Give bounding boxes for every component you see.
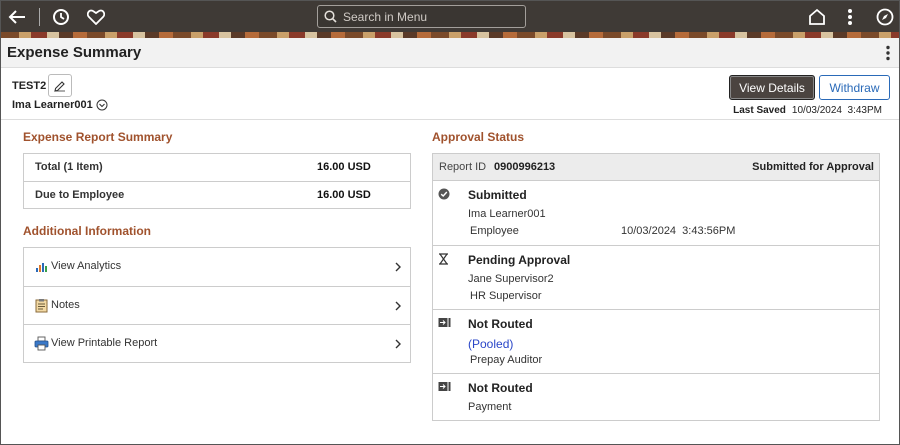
check-circle-icon [438, 188, 450, 200]
step-name: Not Routed [468, 381, 533, 395]
notes-item[interactable]: Notes [24, 286, 410, 324]
page-actions-kebab-icon[interactable] [885, 45, 891, 66]
approval-step: Pending Approval Jane Supervisor2 HR Sup… [433, 246, 879, 310]
approval-header-row: Report ID 0900996213 Submitted for Appro… [433, 154, 879, 181]
summary-row-value: 16.00 USD [317, 161, 371, 173]
step-name: Pending Approval [468, 253, 571, 267]
search-input[interactable] [343, 9, 513, 24]
printer-icon [34, 336, 49, 351]
step-role: HR Supervisor [470, 290, 542, 302]
top-navigation-bar [1, 1, 899, 38]
step-approver: Payment [468, 401, 512, 413]
approval-status-panel: Report ID 0900996213 Submitted for Appro… [432, 153, 880, 421]
employee-selector[interactable]: Ima Learner001 [12, 99, 108, 111]
summary-row-label: Due to Employee [35, 189, 125, 201]
chevron-down-circle-icon [96, 99, 108, 111]
summary-row: Due to Employee 16.00 USD [24, 181, 410, 208]
step-name: Submitted [468, 188, 527, 202]
report-name: TEST2 [12, 80, 47, 92]
last-saved-label: Last Saved [733, 105, 786, 116]
edit-report-button[interactable] [48, 74, 72, 97]
last-saved-value: 10/03/2024 3:43PM [791, 105, 882, 116]
not-routed-icon [438, 318, 451, 327]
approval-step: Not Routed Payment [433, 374, 879, 420]
item-label: View Printable Report [51, 337, 158, 349]
view-details-button[interactable]: View Details [729, 75, 815, 100]
heart-icon[interactable] [84, 5, 108, 29]
compass-icon[interactable] [873, 5, 897, 29]
menu-search-box[interactable] [317, 5, 526, 28]
summary-row: Total (1 Item) 16.00 USD [24, 154, 410, 181]
kebab-icon[interactable] [838, 5, 862, 29]
report-id-value: 0900996213 [494, 161, 556, 173]
chevron-right-icon [395, 262, 401, 272]
home-icon[interactable] [805, 5, 829, 29]
step-role: Employee [470, 225, 519, 237]
summary-heading: Expense Report Summary [23, 130, 173, 144]
back-arrow-icon[interactable] [5, 5, 29, 29]
step-approver: Jane Supervisor2 [468, 273, 554, 285]
item-label: View Analytics [51, 260, 122, 272]
step-name: Not Routed [468, 317, 533, 331]
view-printable-report-item[interactable]: View Printable Report [24, 324, 410, 362]
search-icon [324, 10, 337, 23]
summary-row-label: Total (1 Item) [35, 161, 103, 173]
pooled-approvers-link[interactable]: (Pooled) [468, 337, 513, 351]
approval-status-text: Submitted for Approval [752, 161, 874, 173]
analytics-icon [36, 263, 47, 272]
page-frame: Expense Summary TEST2 Ima Learner001 Vie… [0, 0, 900, 445]
report-header: TEST2 Ima Learner001 View Details Withdr… [1, 68, 899, 120]
summary-table: Total (1 Item) 16.00 USD Due to Employee… [23, 153, 411, 209]
step-approver: Ima Learner001 [468, 208, 546, 220]
pencil-icon [54, 80, 65, 92]
approval-step: Not Routed (Pooled) Prepay Auditor [433, 310, 879, 374]
step-timestamp: 10/03/2024 3:43:56PM [621, 225, 736, 237]
approval-step: Submitted Ima Learner001 Employee 10/03/… [433, 181, 879, 246]
notes-icon [35, 299, 48, 313]
chevron-right-icon [395, 339, 401, 349]
report-id-label: Report ID [439, 161, 487, 173]
not-routed-icon [438, 382, 451, 391]
item-label: Notes [51, 299, 80, 311]
history-icon[interactable] [49, 5, 73, 29]
additional-info-list: View Analytics Notes View Printable Repo… [23, 247, 411, 363]
summary-row-value: 16.00 USD [317, 189, 371, 201]
page-title: Expense Summary [7, 44, 142, 61]
chevron-right-icon [395, 301, 401, 311]
withdraw-button[interactable]: Withdraw [819, 75, 890, 100]
last-saved-info: Last Saved 10/03/2024 3:43PM [733, 105, 882, 116]
approval-status-heading: Approval Status [432, 130, 525, 144]
view-analytics-item[interactable]: View Analytics [24, 248, 410, 286]
employee-name: Ima Learner001 [12, 99, 93, 111]
step-role: Prepay Auditor [470, 354, 543, 366]
hourglass-icon [439, 253, 448, 265]
page-title-bar: Expense Summary [1, 38, 899, 68]
toolbar-separator [39, 8, 40, 26]
additional-info-heading: Additional Information [23, 224, 151, 238]
